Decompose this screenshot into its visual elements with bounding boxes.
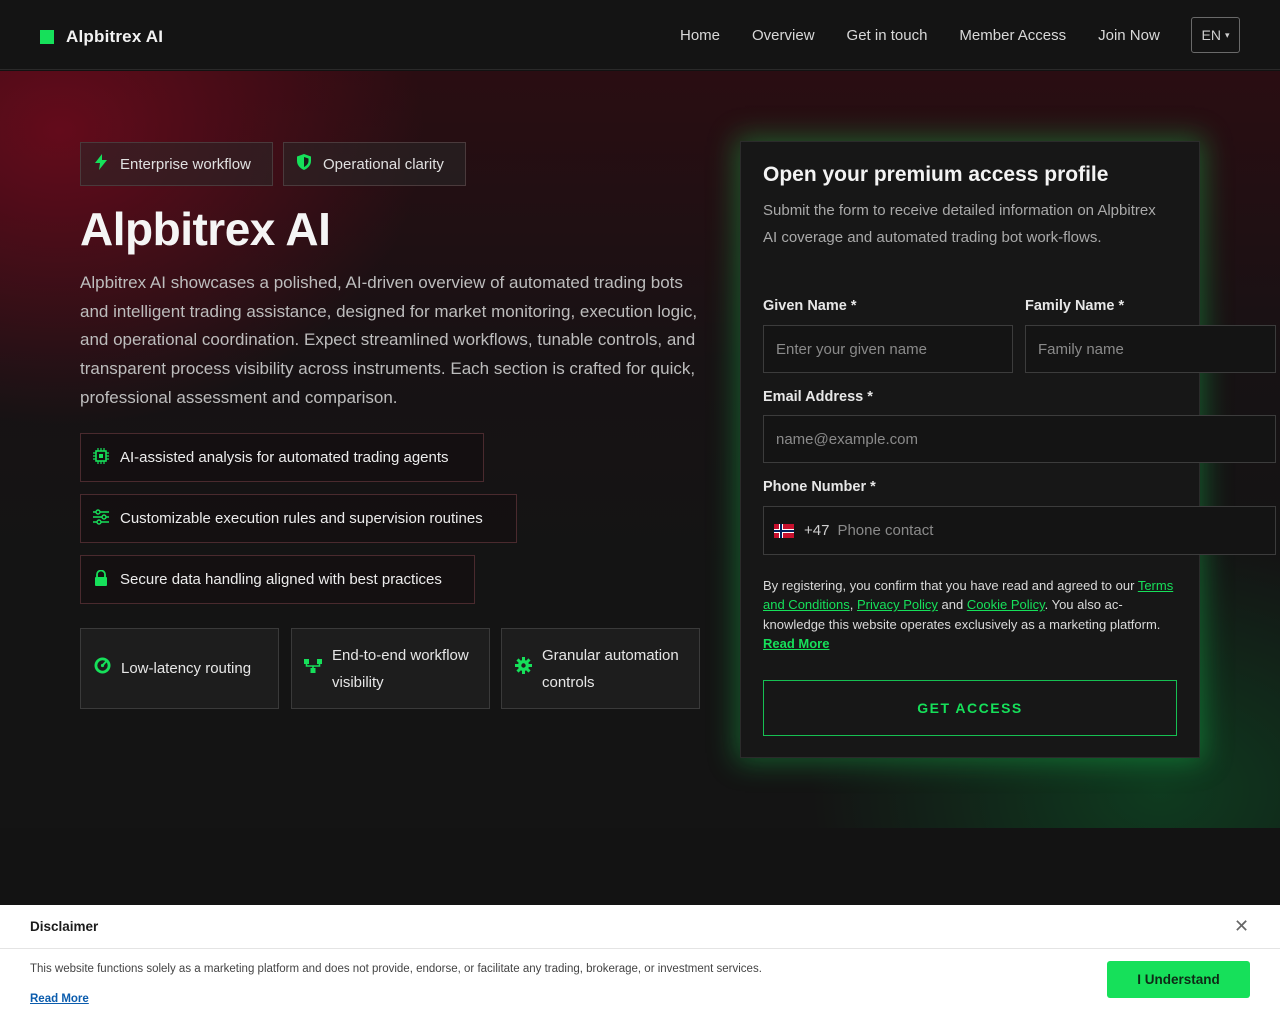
tile-low-latency: Low-latency routing — [80, 628, 279, 709]
feature-ai-analysis: AI-assisted analysis for automated tradi… — [80, 433, 484, 482]
get-access-button[interactable]: GET ACCESS — [763, 680, 1177, 736]
nav-home[interactable]: Home — [680, 27, 720, 44]
disclaimer-title: Disclaimer — [30, 919, 99, 934]
i-understand-button[interactable]: I Understand — [1107, 961, 1250, 998]
tile-label: Low-latency routing — [121, 660, 252, 677]
phone-label: Phone Number * — [763, 479, 876, 495]
logo-square-icon — [40, 30, 54, 44]
hero-description: Alpbitrex AI showcases a polished, AI-dr… — [80, 273, 698, 407]
gear-icon — [514, 655, 532, 682]
nav-overview[interactable]: Overview — [752, 27, 815, 44]
shield-icon — [296, 154, 311, 174]
brand-name: Alpbitrex AI — [66, 27, 164, 46]
caret-down-icon: ▾ — [1224, 29, 1230, 40]
network-icon — [304, 655, 322, 682]
gauge-icon — [93, 655, 111, 682]
consent-and: and — [937, 597, 967, 613]
form-subtitle: Submit the form to receive detailed info… — [763, 202, 1156, 246]
given-name-input[interactable] — [763, 325, 1013, 373]
disclaimer-banner: Disclaimer ✕ This website functions sole… — [0, 905, 1280, 1024]
tile-workflow-visibility: End-to-end workflow visibility — [291, 628, 490, 709]
consent-comma: , — [849, 597, 857, 613]
cookie-link[interactable]: Cookie Policy — [967, 597, 1045, 612]
form-read-more-link[interactable]: Read More — [763, 636, 829, 651]
chip-enterprise-workflow: Enterprise workflow — [80, 142, 273, 186]
lightning-icon — [93, 154, 108, 174]
phone-input[interactable] — [837, 507, 1275, 554]
lower-background — [0, 828, 1280, 905]
form-title: Open your premium access profile — [763, 163, 1109, 186]
phone-field: +47 — [763, 506, 1276, 555]
feature-secure-data: Secure data handling aligned with best p… — [80, 555, 475, 604]
language-code: EN — [1201, 27, 1221, 43]
disclaimer-read-more-link[interactable]: Read More — [30, 993, 89, 1005]
norway-flag-icon[interactable] — [774, 523, 794, 538]
email-input[interactable] — [763, 415, 1276, 463]
chip-operational-clarity: Operational clarity — [283, 142, 466, 186]
dial-code: +47 — [804, 522, 830, 539]
chip-icon — [93, 447, 109, 468]
chip-label: Enterprise workflow — [120, 155, 251, 173]
nav-join-now[interactable]: Join Now — [1098, 27, 1160, 44]
given-name-label: Given Name * — [763, 298, 857, 314]
feature-label: Customizable execution rules and supervi… — [120, 510, 483, 527]
main-nav: Home Overview Get in touch Member Access… — [680, 0, 1192, 70]
tile-automation-controls: Granular automation controls — [501, 628, 700, 709]
feature-execution-rules: Customizable execution rules and supervi… — [80, 494, 517, 543]
nav-member-access[interactable]: Member Access — [959, 27, 1066, 44]
top-navigation-bar: Alpbitrex AI Home Overview Get in touch … — [0, 0, 1280, 70]
family-name-input[interactable] — [1025, 325, 1276, 373]
chip-label: Operational clarity — [323, 155, 444, 173]
close-icon[interactable]: ✕ — [1234, 916, 1249, 937]
feature-label: Secure data handling aligned with best p… — [120, 571, 442, 588]
email-label: Email Address * — [763, 389, 873, 405]
brand-logo[interactable]: Alpbitrex AI — [40, 27, 163, 47]
nav-get-in-touch[interactable]: Get in touch — [847, 27, 928, 44]
sliders-icon — [93, 508, 109, 529]
disclaimer-header: Disclaimer ✕ — [0, 905, 1280, 949]
lock-icon — [93, 569, 108, 590]
privacy-link[interactable]: Privacy Policy — [857, 597, 938, 612]
tile-label: Granular automation controls — [542, 646, 679, 691]
consent-text: By registering, you confirm that you hav… — [763, 576, 1183, 653]
language-selector[interactable]: EN ▾ — [1191, 17, 1240, 53]
family-name-label: Family Name * — [1025, 298, 1125, 314]
disclaimer-text: This website functions solely as a marke… — [30, 963, 762, 975]
feature-label: AI-assisted analysis for automated tradi… — [120, 449, 449, 466]
tile-label: End-to-end workflow visibility — [332, 646, 469, 691]
consent-prefix: By registering, you confirm that you hav… — [763, 578, 1138, 593]
hero-title: Alpbitrex AI — [80, 203, 331, 255]
